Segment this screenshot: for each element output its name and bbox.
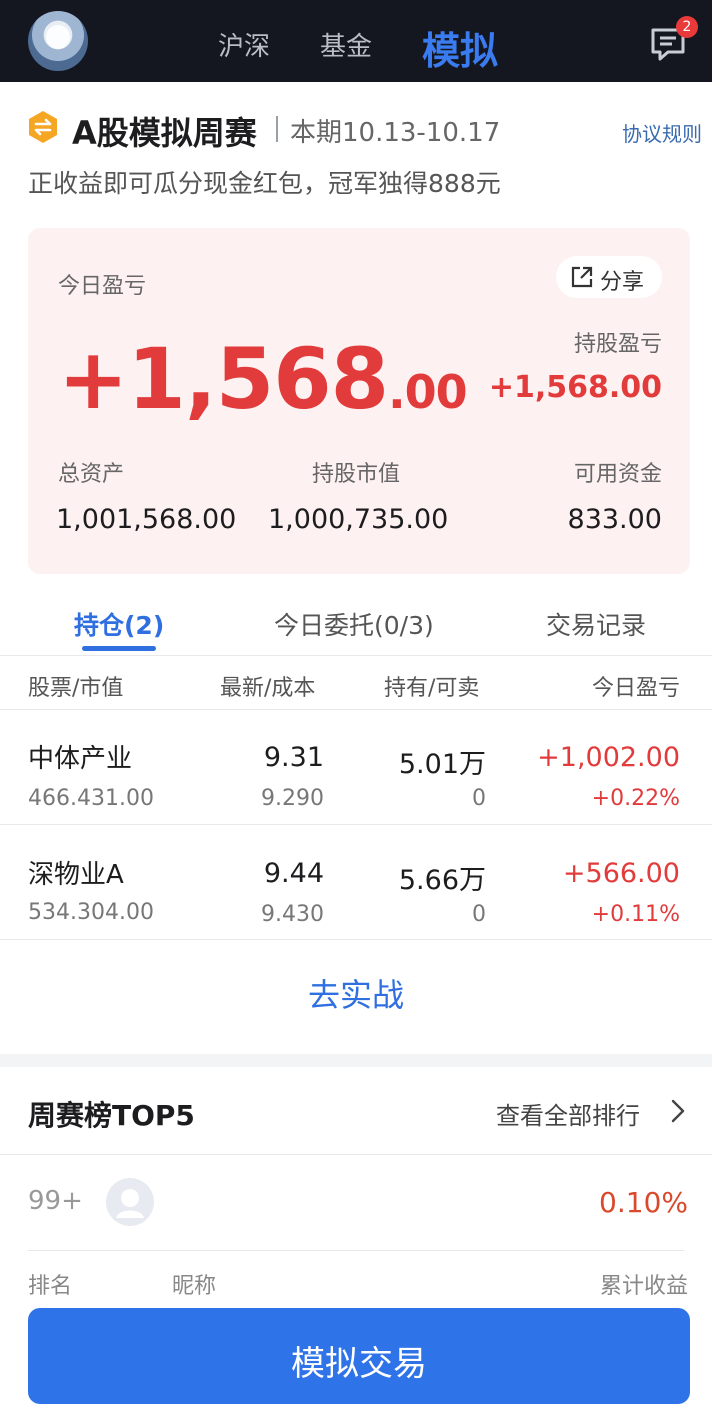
today-pnl-value: +1,568.00 <box>58 330 468 428</box>
title-separator <box>276 116 278 142</box>
simulated-trade-button[interactable]: 模拟交易 <box>28 1308 690 1404</box>
hold-quantity: 5.66万 <box>398 865 486 896</box>
row-divider <box>0 824 712 825</box>
stock-name: 中体产业 <box>28 744 133 774</box>
tab-trade-records[interactable]: 交易记录 <box>546 606 646 642</box>
market-value-label: 持股市值 <box>312 462 401 487</box>
today-pnl-decimal: .00 <box>388 365 467 419</box>
col-nickname-label: 昵称 <box>172 1274 217 1299</box>
share-icon <box>570 265 594 289</box>
my-rank: 99+ <box>28 1186 83 1216</box>
share-button[interactable]: 分享 <box>556 256 662 298</box>
view-all-ranking-link[interactable]: 查看全部排行 <box>496 1096 640 1131</box>
hold-quantity: 5.01万 <box>398 749 486 780</box>
latest-price: 9.31 <box>263 742 324 773</box>
stock-name: 深物业A <box>28 860 124 890</box>
section-gap <box>0 1054 712 1067</box>
available-funds-value: 833.00 <box>567 504 662 535</box>
col-header-price: 最新/成本 <box>220 676 316 701</box>
tab-today-orders[interactable]: 今日委托(0/3) <box>274 606 434 642</box>
nav-tab-fund[interactable]: 基金 <box>320 26 372 63</box>
sellable-quantity: 0 <box>472 786 486 811</box>
today-pnl-label: 今日盈亏 <box>58 274 147 299</box>
tabs-divider <box>0 655 712 656</box>
col-header-today-pnl: 今日盈亏 <box>591 676 680 701</box>
my-avatar-icon <box>106 1178 154 1226</box>
contest-subtitle: 正收益即可瓜分现金红包，冠军独得888元 <box>28 169 501 198</box>
today-pnl: +566.00 <box>562 858 680 889</box>
contest-icon <box>26 110 60 144</box>
latest-price: 9.44 <box>263 858 324 889</box>
today-pnl: +1,002.00 <box>537 742 680 773</box>
active-tab-indicator <box>82 646 156 651</box>
row-divider <box>0 939 712 940</box>
today-pnl-integer: +1,568 <box>58 330 389 428</box>
ranking-title: 周赛榜TOP5 <box>28 1099 195 1132</box>
today-pnl-pct: +0.22% <box>591 786 680 811</box>
cost-price: 9.290 <box>261 786 324 811</box>
nav-tab-hushen[interactable]: 沪深 <box>218 26 270 63</box>
stock-market-value: 466.431.00 <box>28 786 154 811</box>
rules-link[interactable]: 协议规则 <box>622 118 702 147</box>
stock-market-value: 534.304.00 <box>28 900 154 925</box>
total-assets-label: 总资产 <box>58 462 125 487</box>
top-nav-bar: 沪深 基金 模拟 2 <box>0 0 712 82</box>
simulated-trade-label: 模拟交易 <box>291 1344 427 1384</box>
col-header-holding: 持有/可卖 <box>384 676 480 701</box>
sellable-quantity: 0 <box>472 902 486 927</box>
col-return-label: 累计收益 <box>599 1274 688 1299</box>
today-pnl-pct: +0.11% <box>591 902 680 927</box>
my-return: 0.10% <box>599 1186 688 1219</box>
pnl-card: 今日盈亏 分享 持股盈亏 +1,568.00 +1,568.00 总资产 持股市… <box>28 228 690 574</box>
cost-price: 9.430 <box>261 902 324 927</box>
my-row-divider <box>28 1250 684 1251</box>
chevron-right-icon[interactable] <box>668 1098 688 1124</box>
available-funds-label: 可用资金 <box>573 462 662 487</box>
total-assets-value: 1,001,568.00 <box>56 504 237 535</box>
holding-pnl-value: +1,568.00 <box>488 370 662 405</box>
contest-title: A股模拟周赛 <box>72 114 257 152</box>
market-value-value: 1,000,735.00 <box>268 504 449 535</box>
go-real-trade-link[interactable]: 去实战 <box>0 970 712 1016</box>
message-badge: 2 <box>676 16 698 38</box>
nav-tab-simulation[interactable]: 模拟 <box>422 20 498 75</box>
share-label: 分享 <box>600 270 645 295</box>
header-divider <box>0 709 712 710</box>
user-avatar[interactable] <box>28 11 88 71</box>
ranking-divider <box>0 1154 712 1155</box>
tab-holdings[interactable]: 持仓(2) <box>74 606 164 642</box>
contest-period: 本期10.13-10.17 <box>290 118 501 148</box>
col-header-stock: 股票/市值 <box>28 676 124 701</box>
holding-pnl-label: 持股盈亏 <box>573 332 662 357</box>
col-rank-label: 排名 <box>28 1274 73 1299</box>
